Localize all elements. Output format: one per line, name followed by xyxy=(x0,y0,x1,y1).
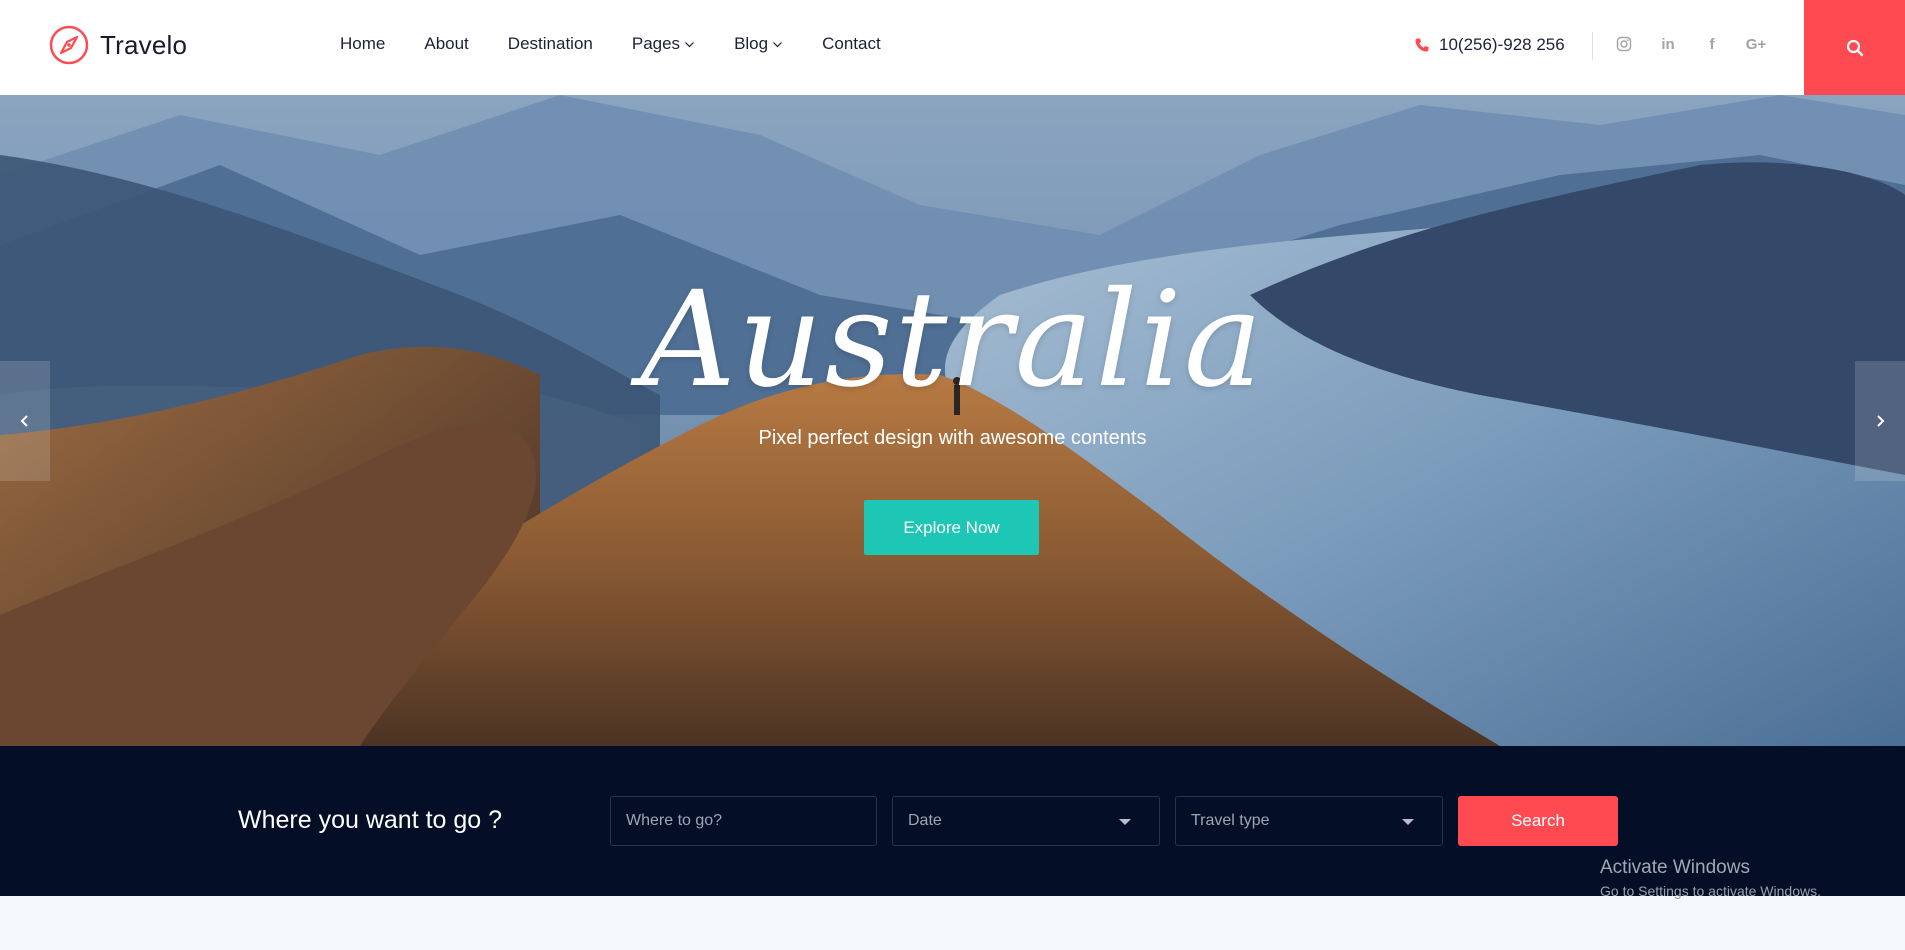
phone-icon xyxy=(1415,38,1429,52)
nav-home[interactable]: Home xyxy=(340,34,385,54)
caret-down-icon xyxy=(1402,819,1414,825)
caret-down-icon xyxy=(1119,819,1131,825)
site-header: Travelo Home About Destination Pages Blo… xyxy=(0,0,1905,95)
chevron-right-icon xyxy=(1877,415,1885,427)
explore-now-button[interactable]: Explore Now xyxy=(864,500,1039,555)
slider-prev-button[interactable] xyxy=(0,361,50,481)
where-to-go-input[interactable]: Where to go? xyxy=(610,796,877,846)
hero-subtitle: Pixel perfect design with awesome conten… xyxy=(758,427,1147,449)
nav-label: Pages xyxy=(631,34,681,53)
nav-label: Blog xyxy=(734,34,769,53)
nav-pages[interactable]: Pages xyxy=(632,34,695,54)
where-placeholder: Where to go? xyxy=(626,812,723,829)
nav-label: Home xyxy=(340,34,386,53)
logo-text: Travelo xyxy=(100,29,188,60)
slider-next-button[interactable] xyxy=(1855,361,1905,481)
nav-destination[interactable]: Destination xyxy=(508,34,593,54)
google-plus-icon[interactable]: G+ xyxy=(1746,34,1766,54)
hero-slider: Australia Pixel perfect design with awes… xyxy=(0,95,1905,746)
watermark-subtitle: Go to Settings to activate Windows. xyxy=(1600,883,1821,899)
date-select[interactable]: Date xyxy=(892,796,1160,846)
nav-label: About xyxy=(424,34,469,53)
main-nav: Home About Destination Pages Blog Contac… xyxy=(340,34,881,54)
social-links: in f G+ xyxy=(1614,34,1766,54)
nav-label: Contact xyxy=(822,34,881,53)
header-search-button[interactable] xyxy=(1804,0,1905,95)
instagram-icon[interactable] xyxy=(1614,34,1634,54)
facebook-icon[interactable]: f xyxy=(1702,34,1722,54)
chevron-left-icon xyxy=(20,415,28,427)
phone-number: 10(256)-928 256 xyxy=(1439,35,1565,54)
travel-type-value: Travel type xyxy=(1191,812,1270,829)
linkedin-icon[interactable]: in xyxy=(1658,34,1678,54)
nav-blog[interactable]: Blog xyxy=(734,34,783,54)
hero-title: Australia xyxy=(640,263,1265,417)
windows-activation-watermark: Activate Windows Go to Settings to activ… xyxy=(1600,857,1821,899)
nav-contact[interactable]: Contact xyxy=(822,34,881,54)
search-icon xyxy=(1846,39,1863,56)
chevron-down-icon xyxy=(685,41,694,47)
logo[interactable]: Travelo xyxy=(48,24,187,66)
nav-label: Destination xyxy=(507,34,593,53)
nav-about[interactable]: About xyxy=(424,34,468,54)
hero-background-image xyxy=(0,95,1905,746)
date-value: Date xyxy=(908,812,942,829)
compass-icon xyxy=(49,25,89,65)
header-divider xyxy=(1592,32,1593,60)
search-heading: Where you want to go ? xyxy=(238,806,503,834)
chevron-down-icon xyxy=(773,41,783,47)
phone-contact[interactable]: 10(256)-928 256 xyxy=(1414,35,1565,55)
travel-type-select[interactable]: Travel type xyxy=(1175,796,1443,846)
search-submit-button[interactable]: Search xyxy=(1458,796,1618,846)
watermark-title: Activate Windows xyxy=(1600,857,1750,878)
